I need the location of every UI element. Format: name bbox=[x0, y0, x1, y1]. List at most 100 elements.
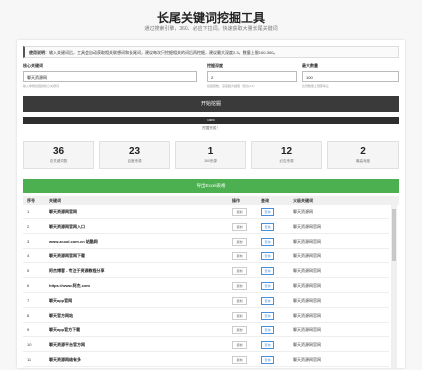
progress-status: 挖掘完成！ bbox=[202, 126, 220, 130]
query-button[interactable]: 查询 bbox=[261, 237, 274, 246]
row-source: 聊天资源网官网 bbox=[293, 297, 321, 303]
row-keyword: 聊天资源网络有多 bbox=[49, 357, 81, 362]
row-keyword: 聊天app官网 bbox=[49, 297, 73, 303]
query-button[interactable]: 查询 bbox=[261, 282, 274, 290]
progress-bar: 100% bbox=[23, 117, 399, 124]
keyword-input[interactable]: 聊天资源网 bbox=[23, 71, 197, 82]
row-keyword: 阿杰博客 - 专注于资源教程分享 bbox=[49, 268, 105, 274]
row-keyword: 聊天资源网官网 bbox=[49, 209, 77, 214]
header-keyword: 关键词 bbox=[49, 198, 61, 203]
query-button[interactable]: 查询 bbox=[261, 326, 274, 335]
query-button[interactable]: 查询 bbox=[261, 356, 274, 364]
copy-button[interactable]: 复制 bbox=[232, 282, 247, 290]
export-excel-button[interactable]: 导出Excel表格 bbox=[23, 179, 399, 193]
row-source: 聊天资源网官网 bbox=[293, 238, 321, 244]
row-source: 聊天资源网官网 bbox=[293, 223, 321, 229]
table-row: 9 聊天app官方下载 复制 查询 聊天资源网官网 bbox=[23, 323, 389, 338]
row-source: 聊天资源网官网 bbox=[293, 253, 321, 259]
table-header: 序号 关键词 操作 查询 父级关键词 bbox=[23, 196, 399, 205]
max-label: 最大数量 bbox=[302, 63, 318, 68]
table-row: 1 聊天资源网官网 复制 查询 聊天资源网 bbox=[23, 205, 389, 219]
row-number: 4 bbox=[27, 253, 30, 259]
stat-total: 36 总关键词数 bbox=[23, 141, 94, 169]
table-row: 11 聊天资源网络有多 复制 查询 聊天资源网官网 bbox=[23, 353, 389, 367]
results-table-body: 1 聊天资源网官网 复制 查询 聊天资源网 2 聊天资源网官网入口 复制 查询 聊天资源网官网 3 w… bbox=[23, 205, 389, 368]
table-scrollbar[interactable] bbox=[391, 205, 397, 368]
row-keyword: 聊天app官方下载 bbox=[49, 327, 81, 333]
stat-label: 最高深度 bbox=[356, 159, 370, 163]
header-query: 查询 bbox=[261, 198, 269, 203]
row-keyword: 聊天官方网站 bbox=[49, 312, 73, 318]
copy-button[interactable]: 复制 bbox=[232, 237, 247, 246]
row-source: 聊天资源网官网 bbox=[293, 268, 321, 274]
row-source: 聊天资源网 bbox=[293, 209, 313, 214]
table-row: 5 阿杰博客 - 专注于资源教程分享 复制 查询 聊天资源网官网 bbox=[23, 264, 389, 279]
row-number: 6 bbox=[27, 283, 30, 288]
query-button[interactable]: 查询 bbox=[261, 267, 274, 276]
copy-button[interactable]: 复制 bbox=[232, 222, 247, 231]
table-row: 8 聊天官方网站 复制 查询 聊天资源网官网 bbox=[23, 309, 389, 323]
stat-label: 总关键词数 bbox=[49, 159, 68, 163]
table-row: 10 聊天资源平台官方网 复制 查询 聊天资源网官网 bbox=[23, 338, 389, 353]
start-button[interactable]: 开始挖掘 bbox=[23, 96, 399, 112]
max-hint: 达到数量上限即停止 bbox=[302, 84, 330, 88]
header-action: 操作 bbox=[232, 198, 240, 203]
notice-text: 输入关键词后，工具会自动获取相关联想词和长尾词，建议每次只挖掘相关的词后再挖掘，… bbox=[49, 50, 278, 55]
stat-label: 必应来源 bbox=[279, 159, 294, 163]
copy-button[interactable]: 复制 bbox=[232, 208, 247, 216]
header-num: 序号 bbox=[27, 198, 35, 203]
row-source: 聊天资源网官网 bbox=[293, 357, 321, 362]
copy-button[interactable]: 复制 bbox=[232, 326, 247, 335]
query-button[interactable]: 查询 bbox=[261, 222, 274, 231]
row-number: 2 bbox=[27, 223, 30, 229]
query-button[interactable]: 查询 bbox=[261, 311, 274, 320]
scrollbar-thumb[interactable] bbox=[392, 209, 396, 261]
row-keyword: www.zcool.com.cn 站酷网 bbox=[49, 238, 98, 244]
query-button[interactable]: 查询 bbox=[261, 296, 274, 305]
keyword-label: 核心关键词 bbox=[23, 63, 43, 68]
row-number: 7 bbox=[27, 297, 30, 303]
progress-fill: 100% bbox=[23, 117, 399, 124]
row-source: 聊天资源网官网 bbox=[293, 327, 321, 333]
table-row: 6 https://www.阿杰.com 复制 查询 聊天资源网官网 bbox=[23, 279, 389, 293]
query-button[interactable]: 查询 bbox=[261, 252, 274, 261]
table-row: 4 聊天资源网官网下载 复制 查询 聊天资源网官网 bbox=[23, 249, 389, 264]
copy-button[interactable]: 复制 bbox=[232, 356, 247, 364]
copy-button[interactable]: 复制 bbox=[232, 341, 247, 350]
depth-label: 挖掘深度 bbox=[207, 63, 223, 68]
row-number: 10 bbox=[27, 342, 32, 348]
stat-value: 36 bbox=[52, 146, 65, 157]
query-button[interactable]: 查询 bbox=[261, 341, 274, 350]
stat-label: 百度来源 bbox=[127, 159, 142, 163]
max-input[interactable]: 100 bbox=[302, 71, 399, 82]
stat-bing: 12 必应来源 bbox=[251, 141, 322, 169]
row-number: 8 bbox=[27, 312, 30, 318]
copy-button[interactable]: 复制 bbox=[232, 267, 247, 276]
copy-button[interactable]: 复制 bbox=[232, 311, 247, 320]
stat-label: 360来源 bbox=[204, 159, 217, 163]
copy-button[interactable]: 复制 bbox=[232, 296, 247, 305]
row-keyword: 聊天资源网官网入口 bbox=[49, 223, 85, 229]
row-source: 聊天资源网官网 bbox=[293, 283, 321, 288]
stat-value: 23 bbox=[128, 146, 141, 157]
row-number: 11 bbox=[27, 357, 32, 362]
stat-depth: 2 最高深度 bbox=[327, 141, 399, 169]
usage-notice: 使用说明：输入关键词后，工具会自动获取相关联想词和长尾词，建议每次只挖掘相关的词… bbox=[23, 46, 399, 58]
row-number: 5 bbox=[27, 268, 30, 274]
depth-hint: 挖掘层数，深度越大越慢（建议2-3） bbox=[207, 84, 257, 88]
stat-360: 1 360来源 bbox=[175, 141, 246, 169]
stat-value: 1 bbox=[207, 146, 214, 157]
keyword-hint: 输入你想挖掘的核心关键词 bbox=[23, 84, 60, 88]
query-button[interactable]: 查询 bbox=[261, 208, 274, 216]
row-keyword: 聊天资源网官网下载 bbox=[49, 253, 85, 259]
page-subtitle: 通过搜索引擎，360、必应下拉词，快速获取大量长尾关键词 bbox=[144, 26, 278, 32]
row-keyword: 聊天资源平台官方网 bbox=[49, 342, 85, 348]
depth-input[interactable]: 2 bbox=[207, 71, 297, 82]
stat-baidu: 23 百度来源 bbox=[99, 141, 170, 169]
stat-value: 2 bbox=[360, 146, 366, 157]
main-card: 使用说明：输入关键词后，工具会自动获取相关联想词和长尾词，建议每次只挖掘相关的词… bbox=[17, 40, 405, 368]
row-number: 3 bbox=[27, 238, 30, 244]
notice-prefix: 使用说明： bbox=[29, 50, 49, 55]
row-source: 聊天资源网官网 bbox=[293, 312, 321, 318]
copy-button[interactable]: 复制 bbox=[232, 252, 247, 261]
